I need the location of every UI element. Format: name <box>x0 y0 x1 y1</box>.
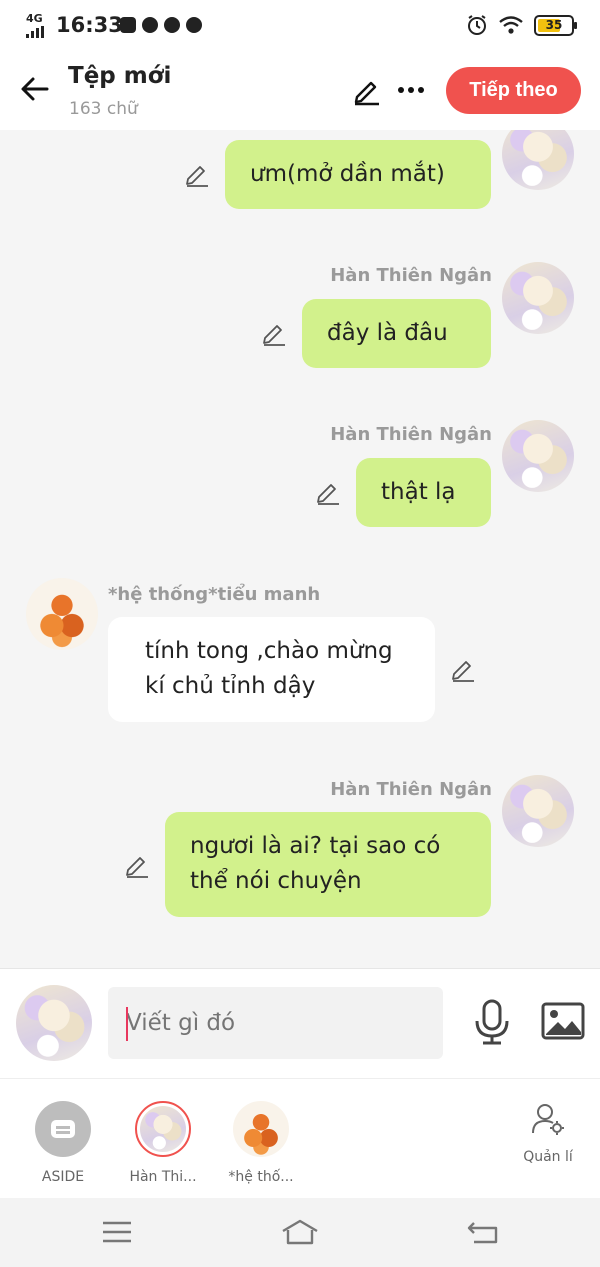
message-text: kí chủ tỉnh dậy <box>145 673 316 699</box>
message-bubble[interactable]: đây là đâu <box>302 299 491 368</box>
character-han-thien-ngan[interactable]: Hàn Thi... <box>118 1101 208 1185</box>
status-time: 16:33 <box>56 13 123 37</box>
avatar[interactable] <box>502 130 574 190</box>
character-aside[interactable]: ASIDE <box>18 1101 108 1185</box>
character-label: *hệ thố... <box>228 1169 294 1185</box>
message-bubble[interactable]: thật lạ <box>356 458 491 527</box>
sender-name: Hàn Thiên Ngân <box>330 779 492 800</box>
character-bar: ASIDE Hàn Thi... *hệ thố... Quản lí <box>0 1078 600 1198</box>
alarm-icon <box>468 15 486 35</box>
home-icon[interactable] <box>280 1218 320 1246</box>
sender-name: Hàn Thiên Ngân <box>330 265 492 286</box>
compose-bar <box>0 968 600 1078</box>
edit-message-icon[interactable] <box>261 320 287 346</box>
status-right: 35 <box>466 14 577 36</box>
chat-area[interactable]: ưm(mở dần mắt) Hàn Thiên Ngân đây là đâu… <box>0 130 600 968</box>
message-text: thật lạ <box>381 479 456 505</box>
selected-character-avatar <box>135 1101 191 1157</box>
user-settings-icon <box>532 1104 564 1135</box>
message-text: đây là đâu <box>327 320 448 346</box>
message-bubble[interactable]: tính tong ,chào mừng kí chủ tỉnh dậy <box>108 617 435 722</box>
text-caret <box>126 1007 128 1041</box>
message-text: ưm(mở dần mắt) <box>250 161 445 187</box>
avatar[interactable] <box>502 262 574 334</box>
character-he-thong[interactable]: *hệ thố... <box>216 1101 306 1185</box>
chrome-icon <box>164 17 180 33</box>
word-count: 163 chữ <box>69 99 138 119</box>
message-bubble[interactable]: ưm(mở dần mắt) <box>225 140 491 209</box>
character-label: Hàn Thi... <box>129 1169 197 1185</box>
edit-message-icon[interactable] <box>184 161 210 187</box>
signal-icon <box>26 26 44 38</box>
menu-icon[interactable] <box>100 1218 134 1246</box>
back-nav-icon[interactable] <box>466 1218 500 1246</box>
sender-name: *hệ thống*tiểu manh <box>108 584 321 605</box>
aside-icon <box>35 1101 91 1157</box>
clock-app-icon <box>186 17 202 33</box>
manage-label: Quản lí <box>523 1149 573 1165</box>
character-avatar <box>233 1101 289 1157</box>
next-button[interactable]: Tiếp theo <box>446 67 581 114</box>
current-speaker-avatar[interactable] <box>16 985 92 1061</box>
status-bar: 4G 16:33 35 <box>0 0 600 54</box>
message-input[interactable] <box>108 987 443 1059</box>
microphone-icon[interactable] <box>472 999 512 1045</box>
page-title: Tệp mới <box>68 63 172 89</box>
message-text: thể nói chuyện <box>190 868 362 894</box>
message-bubble[interactable]: ngươi là ai? tại sao có thể nói chuyện <box>165 812 491 917</box>
avatar[interactable] <box>502 420 574 492</box>
edit-message-icon[interactable] <box>450 656 476 682</box>
messenger-icon <box>142 17 158 33</box>
system-nav-bar <box>0 1198 600 1267</box>
battery-level: 35 <box>545 17 563 32</box>
avatar[interactable] <box>502 775 574 847</box>
image-icon[interactable] <box>541 1001 585 1041</box>
notification-icons <box>120 17 202 33</box>
avatar[interactable] <box>26 578 98 650</box>
youtube-icon <box>120 17 136 33</box>
manage-characters-button[interactable]: Quản lí <box>518 1101 578 1165</box>
network-type: 4G <box>26 12 43 25</box>
message-text: ngươi là ai? tại sao có <box>190 833 441 859</box>
back-arrow-icon[interactable] <box>18 72 52 106</box>
edit-message-icon[interactable] <box>124 852 150 878</box>
sender-name: Hàn Thiên Ngân <box>330 424 492 445</box>
editor-header: Tệp mới 163 chữ Tiếp theo <box>0 54 600 130</box>
pencil-icon[interactable] <box>351 74 383 106</box>
wifi-icon <box>499 16 523 34</box>
battery-icon: 35 <box>534 14 577 36</box>
edit-message-icon[interactable] <box>315 479 341 505</box>
character-label: ASIDE <box>41 1169 85 1185</box>
more-dots-icon[interactable] <box>396 78 426 102</box>
message-text: tính tong ,chào mừng <box>145 638 393 664</box>
